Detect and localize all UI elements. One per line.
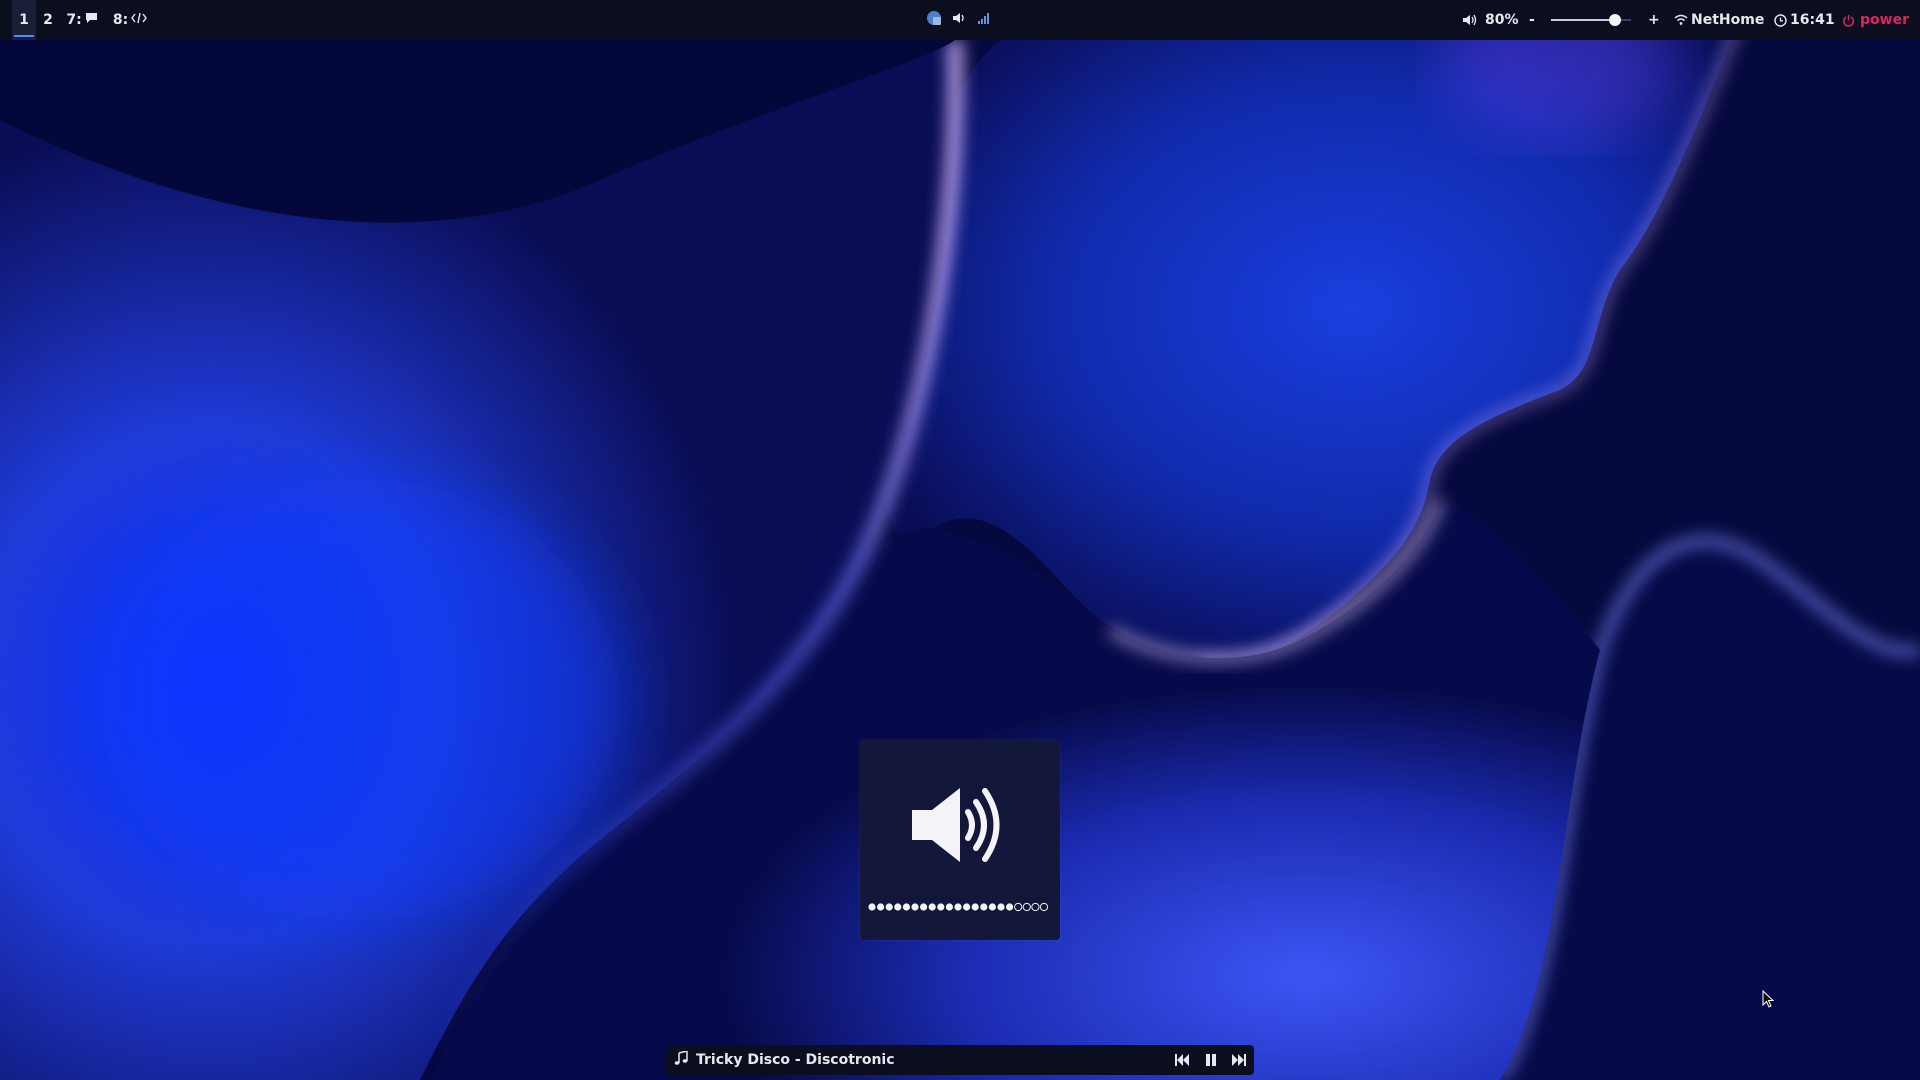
signal-bars-icon[interactable] [978, 12, 990, 28]
volume-dot-empty [1014, 902, 1023, 912]
volume-dot-filled [885, 903, 893, 911]
workspace-1[interactable]: 1 [12, 0, 36, 40]
volume-dot-filled [911, 903, 919, 911]
clock-icon [1774, 0, 1787, 40]
mouse-cursor-icon [1762, 989, 1776, 1015]
volume-increase-button[interactable]: + [1648, 0, 1660, 40]
volume-slider-knob[interactable] [1609, 14, 1621, 26]
volume-dot-filled [937, 903, 945, 911]
volume-dot-filled [963, 903, 971, 911]
volume-slider[interactable] [1551, 14, 1631, 26]
workspace-label: 7: [66, 12, 82, 28]
volume-dot-filled [945, 903, 953, 911]
volume-level-dots [868, 902, 1049, 912]
speaker-tray-icon[interactable] [952, 11, 966, 29]
volume-dot-filled [902, 903, 910, 911]
volume-dot-filled [997, 903, 1005, 911]
media-player-bar: Tricky Disco - Discotronic [666, 1045, 1254, 1075]
volume-osd [860, 740, 1060, 940]
pause-icon [1206, 1054, 1216, 1066]
clock-time[interactable]: 16:41 [1790, 0, 1835, 40]
pause-button[interactable] [1203, 1052, 1221, 1068]
code-icon [131, 12, 148, 28]
workspace-label: 2 [43, 12, 53, 28]
speaker-loud-icon [910, 780, 1010, 875]
chat-icon [85, 12, 98, 28]
workspace-label: 8: [112, 12, 129, 28]
next-icon [1232, 1054, 1246, 1066]
media-title-area[interactable]: Tricky Disco - Discotronic [674, 1045, 895, 1075]
volume-dot-filled [920, 903, 928, 911]
network-name[interactable]: NetHome [1691, 0, 1764, 40]
volume-dot-filled [1006, 903, 1014, 911]
volume-dot-empty [1039, 902, 1049, 912]
volume-dot-empty [1022, 902, 1031, 912]
volume-dot-filled [971, 903, 979, 911]
volume-dot-empty [1031, 902, 1040, 912]
volume-icon[interactable] [1462, 0, 1478, 40]
volume-dot-filled [877, 903, 885, 911]
next-button[interactable] [1231, 1052, 1249, 1068]
system-tray [926, 0, 990, 40]
workspace-8[interactable]: 8: [110, 0, 150, 40]
previous-button[interactable] [1174, 1052, 1192, 1068]
previous-icon [1175, 1054, 1189, 1066]
volume-decrease-button[interactable]: - [1529, 0, 1535, 40]
workspace-label: 1 [19, 12, 29, 28]
power-icon[interactable] [1842, 0, 1855, 40]
volume-dot-filled [980, 903, 988, 911]
volume-percent[interactable]: 80% [1485, 0, 1519, 40]
volume-dot-filled [894, 903, 902, 911]
volume-dot-filled [928, 903, 936, 911]
volume-slider-fill [1551, 19, 1615, 21]
wifi-icon [1674, 0, 1688, 40]
volume-dot-filled [954, 903, 962, 911]
volume-dot-filled [868, 903, 876, 911]
workspace-7[interactable]: 7: [64, 0, 100, 40]
app-tray-icon[interactable] [926, 10, 942, 30]
workspace-2[interactable]: 2 [36, 0, 60, 40]
power-button[interactable]: power [1860, 0, 1909, 40]
top-bar: 1 2 7: 8: 80% - + NetHome 16:41 power [0, 0, 1920, 40]
music-note-icon [674, 1050, 688, 1069]
media-title: Tricky Disco - Discotronic [696, 1052, 895, 1068]
volume-dot-filled [988, 903, 996, 911]
